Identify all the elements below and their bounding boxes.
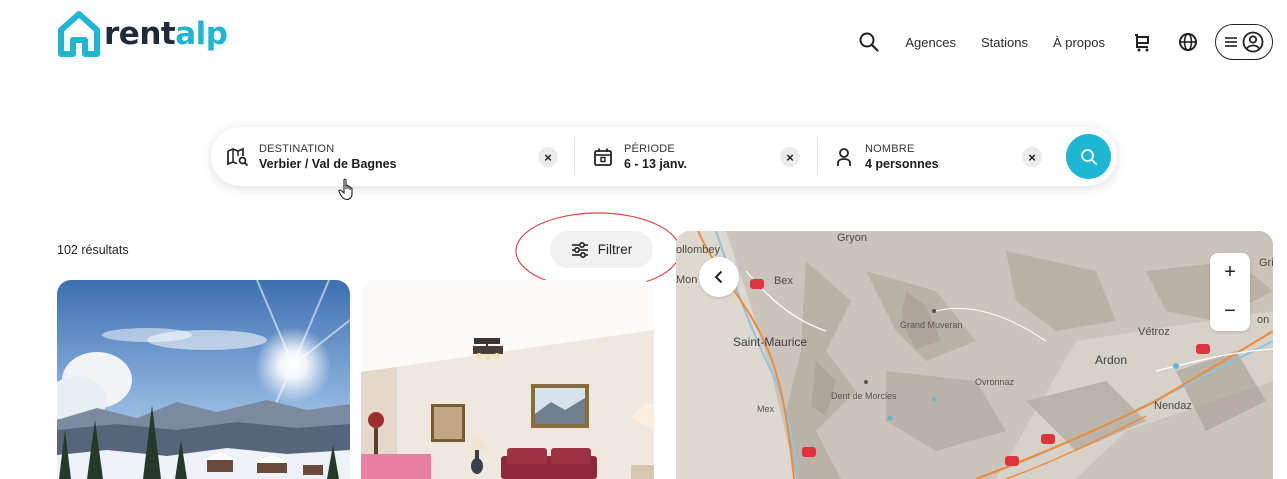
divider	[574, 138, 575, 175]
hamburger-icon	[1224, 37, 1237, 47]
filter-label: Filtrer	[597, 242, 633, 257]
rentalp-logo[interactable]: rentalp	[57, 10, 228, 58]
top-navigation: Agences Stations À propos	[858, 24, 1273, 60]
guests-label: NOMBRE	[865, 142, 915, 155]
nav-link-a-propos[interactable]: À propos	[1053, 35, 1105, 50]
map-label: Vétroz	[1138, 326, 1170, 338]
clear-period-button[interactable]: ×	[780, 147, 800, 167]
hand-cursor-icon	[338, 178, 353, 201]
cart-icon[interactable]	[1131, 31, 1153, 53]
period-label: PÉRIODE	[624, 142, 675, 155]
map-label: ollombey	[676, 244, 721, 256]
person-icon	[832, 145, 856, 169]
map-label: Ardon	[1095, 353, 1128, 367]
nav-link-stations[interactable]: Stations	[981, 35, 1028, 50]
results-count: 102 résultats	[57, 243, 129, 257]
search-icon[interactable]	[858, 31, 880, 53]
nav-link-agences[interactable]: Agences	[905, 35, 956, 50]
zoom-out-button[interactable]: −	[1210, 292, 1250, 331]
listing-photo-mountain	[57, 280, 350, 479]
map-label: Gryon	[837, 232, 867, 244]
listing-card[interactable]	[361, 280, 654, 479]
chevron-left-icon	[714, 270, 723, 284]
zoom-in-button[interactable]: +	[1210, 253, 1250, 292]
filter-button[interactable]: Filtrer	[550, 231, 653, 268]
map-label: Mex	[757, 404, 775, 414]
clear-destination-button[interactable]: ×	[538, 147, 558, 167]
map-collapse-button[interactable]	[699, 257, 739, 297]
destination-value: Verbier / Val de Bagnes	[259, 156, 397, 171]
period-field[interactable]: PÉRIODE 6 - 13 janv.	[591, 127, 687, 186]
destination-label: DESTINATION	[259, 142, 335, 155]
map-label: Grand Muveran	[900, 320, 963, 330]
listing-photo-living-room	[361, 280, 654, 479]
guests-field[interactable]: NOMBRE 4 personnes	[832, 127, 939, 186]
map-label: Bex	[774, 275, 793, 287]
user-circle-icon	[1242, 31, 1263, 53]
map-zoom-control: + −	[1210, 253, 1250, 331]
period-value: 6 - 13 janv.	[624, 156, 687, 171]
map-label: Saint-Maurice	[733, 335, 808, 349]
map-terrain	[676, 231, 1273, 479]
map-label: Gri	[1259, 257, 1273, 269]
map-label: Dent de Morcles	[831, 391, 897, 401]
map-search-icon	[226, 145, 250, 169]
clear-guests-button[interactable]: ×	[1022, 147, 1042, 167]
search-icon	[1080, 148, 1097, 165]
map-label: on	[1257, 314, 1270, 326]
map-label: Nendaz	[1154, 400, 1192, 412]
account-menu-button[interactable]	[1215, 24, 1273, 60]
guests-value: 4 personnes	[865, 156, 939, 171]
house-logo-icon	[58, 11, 100, 57]
destination-field[interactable]: DESTINATION Verbier / Val de Bagnes	[226, 127, 397, 186]
calendar-icon	[591, 145, 615, 169]
listing-card[interactable]	[57, 280, 350, 479]
divider	[817, 138, 818, 175]
sliders-icon	[571, 241, 588, 258]
globe-icon[interactable]	[1177, 31, 1199, 53]
logo-wordmark: rentalp	[104, 16, 228, 52]
map-label: Ovronnaz	[975, 377, 1015, 387]
results-map[interactable]: Gryon ollombey Mon Bex Saint-Maurice Gra…	[676, 231, 1273, 479]
map-label: Mon	[676, 274, 698, 286]
search-submit-button[interactable]	[1066, 134, 1111, 179]
